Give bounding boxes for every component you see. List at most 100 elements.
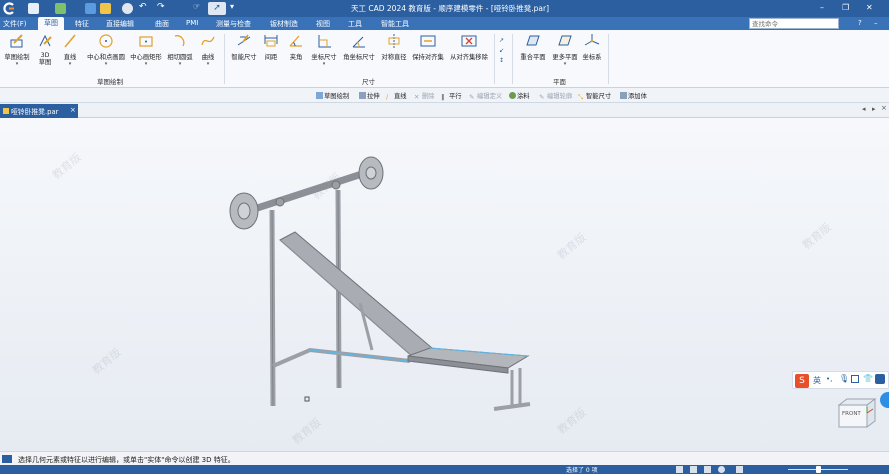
edit-definition-icon: ✎ <box>469 94 475 101</box>
menu-pmi[interactable]: PMI <box>186 19 198 27</box>
curve-button[interactable]: 曲线 ▾ <box>198 32 218 67</box>
sketch-button[interactable]: 草图绘制 ▾ <box>2 32 32 67</box>
restore-icon[interactable]: ❐ <box>842 3 849 12</box>
bench-model[interactable] <box>0 118 889 451</box>
cmd-parallel[interactable]: ∥ 平行 <box>441 91 462 101</box>
3d-viewport[interactable]: 教育版 教育版 教育版 教育版 教育版 教育版 教育版 <box>0 118 889 451</box>
menu-surface[interactable]: 曲面 <box>155 19 169 29</box>
menu-tools[interactable]: 工具 <box>348 19 362 29</box>
coordinate-dimension-button[interactable]: 坐标尺寸 ▾ <box>309 32 339 67</box>
ribbon-minimize-icon[interactable]: – <box>874 19 878 27</box>
cmd-add-body[interactable]: 添加体 <box>620 91 647 100</box>
more-planes-button[interactable]: 更多平面 ▾ <box>550 32 580 67</box>
barbell-hub-left <box>237 202 251 220</box>
center-rectangle-button[interactable]: 中心画矩形 ▾ <box>129 32 163 67</box>
menu-file[interactable]: 文件(F) <box>3 19 27 29</box>
symmetric-diameter-label: 对称直径 <box>381 54 407 61</box>
ime-language[interactable]: 英 <box>813 375 821 386</box>
circle-center-point-button[interactable]: 中心和点画圆 ▾ <box>84 32 128 67</box>
app-logo-icon[interactable] <box>3 2 16 15</box>
tangent-arc-button[interactable]: 相切圆弧 ▾ <box>166 32 194 67</box>
angle-button[interactable]: 夹角 <box>286 32 306 61</box>
tab-close-all-icon[interactable]: × <box>881 104 887 112</box>
dimension-style-icons[interactable]: ↗ ↙ ↕ <box>499 36 504 66</box>
keep-align-set-icon <box>420 35 436 47</box>
skin-icon[interactable]: 👕 <box>863 374 873 383</box>
bar-holder-right <box>331 180 341 190</box>
smart-dimension-button[interactable]: 智能尺寸 <box>228 32 260 61</box>
line-button[interactable]: 直线 ▾ <box>60 32 80 67</box>
pan-icon[interactable] <box>704 466 711 473</box>
cmd-paint[interactable]: 涂料 <box>509 91 530 100</box>
angular-coordinate-button[interactable]: 角坐标尺寸 <box>341 32 377 61</box>
quick-access-dropdown-icon[interactable]: ▾ <box>230 2 234 11</box>
undo-icon[interactable]: ↶ <box>139 2 147 12</box>
redo-icon[interactable]: ↷ <box>157 2 165 12</box>
remove-from-align-set-button[interactable]: 从对齐集移除 <box>448 32 490 61</box>
cmd-smart-dimension[interactable]: ⤡ 智能尺寸 <box>578 91 611 101</box>
remove-align-set-label: 从对齐集移除 <box>450 54 488 61</box>
3d-sketch-button[interactable]: 3D 草图 <box>34 32 56 66</box>
cmd-label: 直线 <box>394 93 407 100</box>
punctuation-icon[interactable]: •, <box>826 375 832 383</box>
keyboard-icon[interactable] <box>851 375 859 383</box>
cmd-edit-profile[interactable]: ✎ 编辑轮廓 <box>539 91 572 101</box>
view-cube[interactable]: FRONT <box>837 397 877 429</box>
minimize-icon[interactable]: – <box>820 3 824 12</box>
rectangle-icon <box>139 36 153 47</box>
close-icon[interactable]: ✕ <box>866 3 873 12</box>
symmetric-diameter-button[interactable]: 对称直径 <box>379 32 409 61</box>
doc-tab[interactable]: 哑铃卧推凳.par × <box>0 104 78 118</box>
cmd-delete[interactable]: ✕ 删除 <box>414 91 435 101</box>
zoom-area-icon[interactable] <box>690 466 697 473</box>
shaded-icon[interactable] <box>736 466 743 473</box>
tab-scroll-right-icon[interactable]: ▸ <box>872 105 876 113</box>
paint-icon <box>509 92 516 99</box>
distance-button[interactable]: 间距 <box>262 32 280 61</box>
sketch-group-label: 草图绘制 <box>97 78 123 86</box>
ime-toolbar[interactable]: S 英 •, 🎙 👕 <box>792 371 889 389</box>
cmd-sketch[interactable]: 草图绘制 <box>316 91 349 100</box>
coordinate-system-button[interactable]: 坐标系 <box>581 32 603 61</box>
menu-feature[interactable]: 特征 <box>75 19 89 29</box>
open-file-icon[interactable] <box>55 3 66 14</box>
cmd-extrude[interactable]: 拉伸 <box>359 91 380 100</box>
save-as-icon[interactable] <box>100 3 111 14</box>
help-icon[interactable]: ? <box>858 19 862 27</box>
hand-icon[interactable]: ☞ <box>193 2 200 11</box>
view-controls[interactable] <box>676 466 886 473</box>
tab-scroll-left-icon[interactable]: ◂ <box>862 105 866 113</box>
doc-tab-label: 哑铃卧推凳.par <box>11 108 59 116</box>
cmd-line[interactable]: ∕ 直线 <box>386 91 407 101</box>
menu-sheet-metal[interactable]: 钣材制造 <box>270 19 298 29</box>
select-tool-icon[interactable]: ➚ <box>208 2 226 15</box>
backrest <box>279 231 433 359</box>
toolbox-icon[interactable] <box>875 374 885 384</box>
add-body-icon <box>620 92 627 99</box>
coincident-plane-button[interactable]: 重合平面 <box>518 32 548 61</box>
print-icon[interactable] <box>122 3 133 14</box>
more-planes-icon <box>558 35 572 46</box>
microphone-icon[interactable]: 🎙 <box>839 374 849 383</box>
rotate-icon[interactable] <box>718 466 725 473</box>
zoom-slider-thumb[interactable] <box>816 466 821 473</box>
arc-icon <box>174 35 185 47</box>
status-bar: 选择几何元素或特征以进行编辑，或单击"实体"命令以创建 3D 特征。 <box>0 451 889 465</box>
save-icon[interactable] <box>85 3 96 14</box>
keep-align-set-button[interactable]: 保持对齐集 <box>411 32 445 61</box>
menu-sketch[interactable]: 草图 <box>38 17 64 30</box>
menu-measure[interactable]: 测量与检查 <box>216 19 251 29</box>
cmd-label: 添加体 <box>628 93 647 100</box>
coordinate-dimension-label: 坐标尺寸 <box>311 54 337 61</box>
side-panel-toggle-icon[interactable] <box>880 392 889 408</box>
command-search-input[interactable] <box>749 18 839 29</box>
cmd-edit-definition[interactable]: ✎ 编辑定义 <box>469 91 502 101</box>
prompt-window-icon[interactable] <box>2 455 12 463</box>
fit-icon[interactable] <box>676 466 683 473</box>
menu-view[interactable]: 视图 <box>316 19 330 29</box>
cmd-label: 删除 <box>422 93 435 100</box>
menu-smart-tools[interactable]: 智能工具 <box>381 19 409 29</box>
new-file-icon[interactable] <box>28 3 39 14</box>
menu-direct-edit[interactable]: 直接编辑 <box>106 19 134 29</box>
tab-close-icon[interactable]: × <box>70 106 76 114</box>
